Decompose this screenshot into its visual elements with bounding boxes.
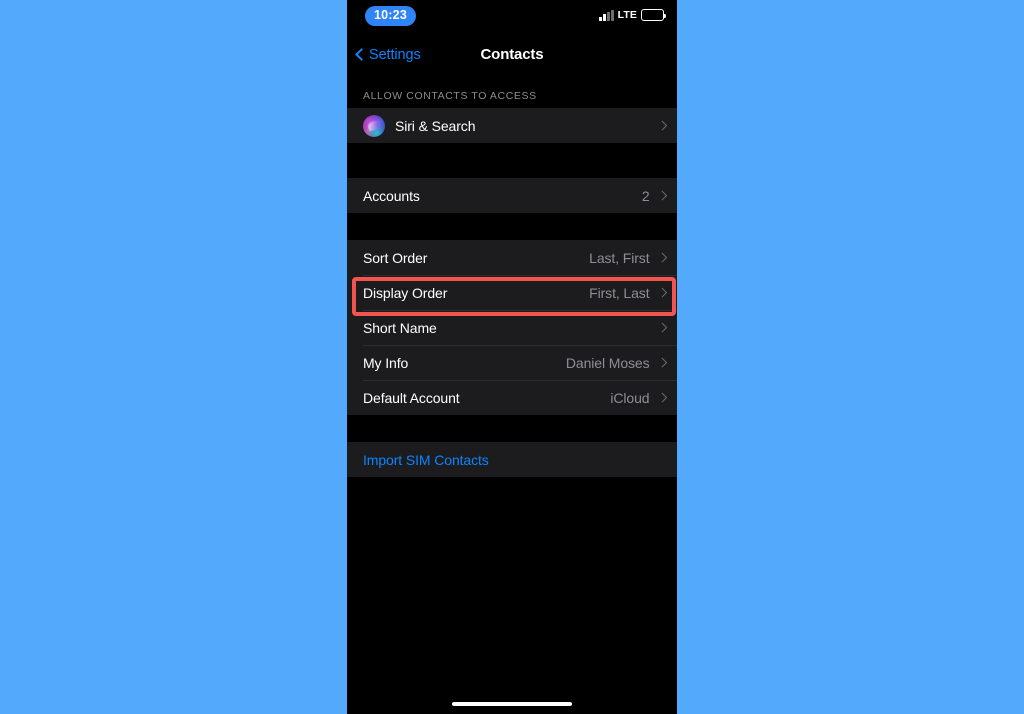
row-accounts[interactable]: Accounts 2 <box>347 178 677 213</box>
row-value: Last, First <box>589 249 650 266</box>
row-label: Import SIM Contacts <box>363 451 489 468</box>
chevron-right-icon <box>657 392 667 403</box>
settings-group-allow-access: Siri & Search <box>347 108 677 143</box>
row-value: 2 <box>641 187 650 204</box>
chevron-right-icon <box>657 357 667 368</box>
phone-screen: 10:23 LTE Settings Contacts ALLOW CONTAC… <box>347 0 677 714</box>
row-label: Sort Order <box>363 249 428 266</box>
chevron-right-icon <box>657 322 667 333</box>
row-default-account[interactable]: Default Account iCloud <box>347 380 677 415</box>
siri-orb-icon <box>363 114 385 137</box>
row-siri-and-search[interactable]: Siri & Search <box>347 108 677 143</box>
status-bar: 10:23 LTE <box>347 0 677 36</box>
row-label: My Info <box>363 354 409 371</box>
settings-list: ALLOW CONTACTS TO ACCESS Siri & Search A… <box>347 74 677 477</box>
settings-group-name-display: Sort Order Last, First Display Order Fir… <box>347 240 677 415</box>
row-label: Siri & Search <box>395 117 476 134</box>
battery-icon <box>641 9 667 21</box>
row-label: Accounts <box>363 187 420 204</box>
row-label: Display Order <box>363 284 448 301</box>
home-indicator <box>452 701 572 706</box>
row-value: Daniel Moses <box>565 354 650 371</box>
chevron-right-icon <box>657 120 667 131</box>
row-my-info[interactable]: My Info Daniel Moses <box>347 345 677 380</box>
section-gap <box>347 213 677 240</box>
page-title: Contacts <box>480 46 544 63</box>
network-type-label: LTE <box>617 9 637 21</box>
settings-group-accounts: Accounts 2 <box>347 178 677 213</box>
section-gap <box>347 143 677 178</box>
row-import-sim-contacts[interactable]: Import SIM Contacts <box>347 442 677 477</box>
row-label: Short Name <box>363 319 437 336</box>
section-header-allow-access: ALLOW CONTACTS TO ACCESS <box>363 90 537 102</box>
row-short-name[interactable]: Short Name <box>347 310 677 345</box>
chevron-right-icon <box>657 252 667 263</box>
row-value: iCloud <box>610 389 650 406</box>
row-value: First, Last <box>589 284 650 301</box>
chevron-right-icon <box>657 190 667 201</box>
signal-bars-icon <box>599 9 614 21</box>
row-display-order[interactable]: Display Order First, Last <box>347 275 677 310</box>
chevron-right-icon <box>657 287 667 298</box>
status-time: 10:23 <box>365 6 416 26</box>
status-indicators: LTE <box>599 9 667 21</box>
navigation-bar: Settings Contacts <box>347 36 677 74</box>
row-label: Default Account <box>363 389 460 406</box>
row-sort-order[interactable]: Sort Order Last, First <box>347 240 677 275</box>
settings-group-import: Import SIM Contacts <box>347 442 677 477</box>
section-gap <box>347 415 677 442</box>
